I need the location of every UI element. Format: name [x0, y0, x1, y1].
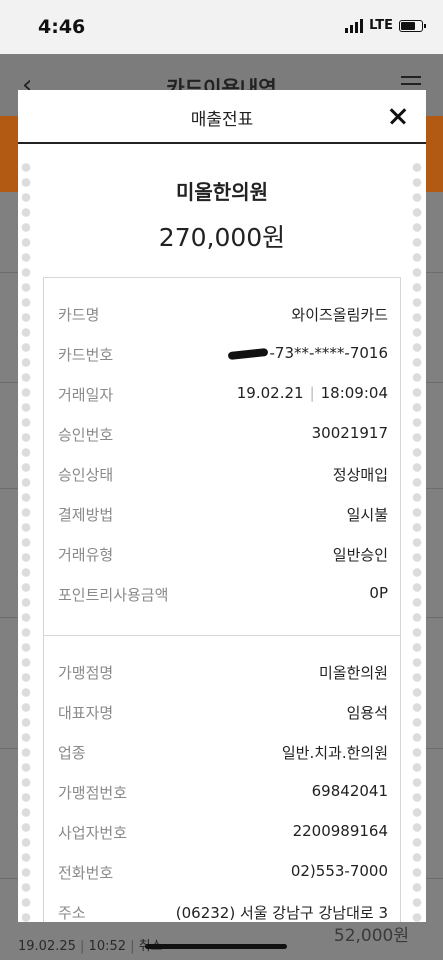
merchant-name: 미올한의원	[176, 180, 268, 204]
modal-title: 매출전표	[190, 110, 254, 130]
detail-row-approval-status: 승인상태 정상매입	[58, 466, 388, 484]
battery-icon	[399, 19, 426, 32]
sales-slip-modal: 매출전표 미올한의원 270,000원 카드명 와이즈올림카드 카드번호 -73…	[18, 90, 426, 922]
detail-row-approval-number: 승인번호 30021917	[58, 424, 388, 444]
detail-row-business-type: 업종 일반.치과.한의원	[58, 744, 388, 762]
detail-row-payment-method: 결제방법 일시불	[58, 506, 388, 524]
detail-row-card-number: 카드번호 -73**-****-7016	[58, 344, 388, 364]
redacted-mark	[228, 347, 269, 360]
section-divider	[44, 635, 400, 636]
detail-row-business-number: 사업자번호 2200989164	[58, 822, 388, 842]
signal-icon	[345, 18, 364, 33]
detail-row-date: 거래일자 19.02.21 | 18:09:04	[58, 384, 388, 404]
detail-row-address: 주소 (06232) 서울 강남구 강남대로 3	[58, 904, 388, 922]
detail-row-point-usage: 포인트리사용금액 0P	[58, 584, 388, 604]
close-icon[interactable]	[384, 102, 412, 130]
receipt-details: 카드명 와이즈올림카드 카드번호 -73**-****-7016 거래일자 19…	[43, 277, 401, 922]
detail-row-card-name: 카드명 와이즈올림카드	[58, 306, 388, 324]
list-item-amount: 52,000원	[333, 926, 409, 946]
network-label: LTE	[369, 18, 393, 33]
home-indicator[interactable]	[145, 944, 287, 949]
modal-header: 매출전표	[18, 90, 426, 144]
perforation-left	[21, 160, 31, 922]
status-bar: 4:46 LTE	[0, 0, 443, 54]
payment-amount: 270,000원	[158, 223, 286, 252]
detail-row-merchant-number: 가맹점번호 69842041	[58, 782, 388, 802]
detail-row-merchant-name: 가맹점명 미올한의원	[58, 664, 388, 682]
perforation-right	[412, 160, 422, 922]
status-time: 4:46	[38, 16, 86, 38]
detail-row-representative: 대표자명 임용석	[58, 704, 388, 722]
detail-row-transaction-type: 거래유형 일반승인	[58, 546, 388, 564]
detail-row-phone: 전화번호 02)553-7000	[58, 862, 388, 882]
